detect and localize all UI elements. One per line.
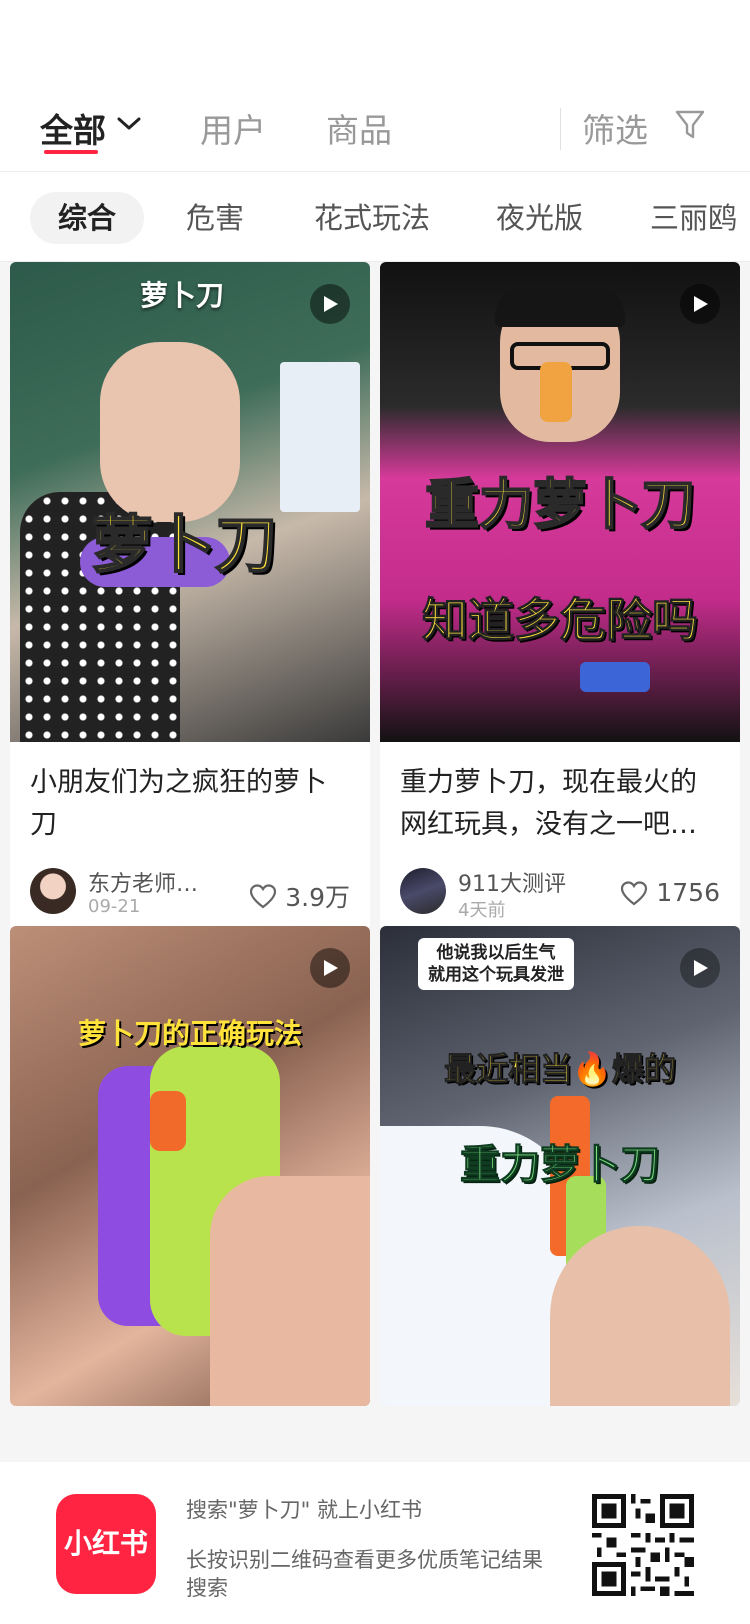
play-icon xyxy=(310,284,350,324)
like-count: 1756 xyxy=(656,878,720,907)
thumbnail-caption-main: 萝卜刀 xyxy=(90,507,278,582)
like-button[interactable]: 1756 xyxy=(620,878,720,907)
video-thumbnail[interactable]: 重力萝卜刀 知道多危险吗 xyxy=(380,262,740,742)
active-tab-indicator xyxy=(44,150,98,154)
filter-icon[interactable] xyxy=(674,108,706,142)
tab-users[interactable]: 用户 xyxy=(200,104,266,152)
xiaohongshu-logo: 小红书 xyxy=(56,1494,156,1594)
promo-line-1: 搜索"萝卜刀" 就上小红书 xyxy=(186,1498,422,1522)
note-title[interactable]: 小朋友们为之疯狂的萝卜刀 xyxy=(10,742,370,854)
qr-code-icon[interactable] xyxy=(592,1494,694,1596)
thumbnail-caption-main: 最近相当🔥爆的 xyxy=(444,1050,677,1089)
author-name[interactable]: 东方老师… xyxy=(88,866,198,898)
screen-shape xyxy=(280,362,360,512)
avatar[interactable] xyxy=(30,868,76,914)
notes-feed: 萝卜刀 萝卜刀 小朋友们为之疯狂的萝卜刀 东方老师… 09-21 3.9万 重力… xyxy=(0,262,750,1462)
note-meta: 东方老师… 09-21 3.9万 xyxy=(10,854,370,930)
promo-line-2: 长按识别二维码查看更多优质笔记结果搜索 xyxy=(186,1548,543,1600)
avatar[interactable] xyxy=(400,868,446,914)
chip-tricks[interactable]: 花式玩法 xyxy=(314,192,430,244)
play-icon xyxy=(310,948,350,988)
toy-shape xyxy=(580,662,650,692)
chip-glow-version[interactable]: 夜光版 xyxy=(496,192,583,244)
chevron-down-icon[interactable] xyxy=(116,114,142,134)
thumbnail-note-box: 他说我以后生气 就用这个玩具发泄 xyxy=(418,938,574,990)
chip-sanrio[interactable]: 三丽鸥 xyxy=(650,192,737,244)
hand-shape xyxy=(550,1226,730,1406)
divider xyxy=(560,108,561,150)
thumbnail-note-line: 他说我以后生气 xyxy=(436,943,556,963)
toy-shape xyxy=(540,362,572,422)
like-button[interactable]: 3.9万 xyxy=(249,878,350,914)
thumbnail-note-line: 就用这个玩具发泄 xyxy=(428,965,564,985)
thumbnail-caption-main: 重力萝卜刀 xyxy=(424,472,696,537)
post-date: 4天前 xyxy=(458,900,506,921)
note-card[interactable]: 重力萝卜刀 知道多危险吗 重力萝卜刀，现在最火的网红玩具，没有之一吧… 911大… xyxy=(380,262,740,930)
filter-button[interactable]: 筛选 xyxy=(582,104,648,152)
video-thumbnail[interactable]: 他说我以后生气 就用这个玩具发泄 最近相当🔥爆的 重力萝卜刀 xyxy=(380,926,740,1406)
author-name[interactable]: 911大测评 xyxy=(458,866,566,898)
note-card[interactable]: 萝卜刀 萝卜刀 小朋友们为之疯狂的萝卜刀 东方老师… 09-21 3.9万 xyxy=(10,262,370,930)
note-title[interactable]: 重力萝卜刀，现在最火的网红玩具，没有之一吧… xyxy=(380,742,740,854)
note-meta: 911大测评 4天前 1756 xyxy=(380,854,740,930)
toy-orange-shape xyxy=(150,1091,186,1151)
thumbnail-caption-sub: 重力萝卜刀 xyxy=(460,1142,661,1189)
search-results-page: 全部 用户 商品 筛选 综合 危害 花式玩法 夜光版 三丽鸥 萝卜刀 萝卜刀 小… xyxy=(0,0,750,1624)
search-type-tabs: 全部 用户 商品 筛选 xyxy=(0,96,750,172)
video-thumbnail[interactable]: 萝卜刀的正确玩法 xyxy=(10,926,370,1406)
tab-products[interactable]: 商品 xyxy=(326,104,392,152)
chip-hazard[interactable]: 危害 xyxy=(186,192,244,244)
post-date: 09-21 xyxy=(88,896,141,917)
chip-comprehensive[interactable]: 综合 xyxy=(30,192,145,244)
thumbnail-caption-top: 萝卜刀 xyxy=(139,279,224,312)
thumbnail-caption-sub: 知道多危险吗 xyxy=(422,593,699,648)
hair-shape xyxy=(495,287,625,327)
play-icon xyxy=(680,948,720,988)
app-promo-banner: 小红书 搜索"萝卜刀" 就上小红书 长按识别二维码查看更多优质笔记结果搜索 xyxy=(0,1466,750,1624)
hand-shape xyxy=(210,1176,370,1406)
like-count: 3.9万 xyxy=(285,883,350,912)
tab-all[interactable]: 全部 xyxy=(40,104,106,152)
topic-chip-row: 综合 危害 花式玩法 夜光版 三丽鸥 xyxy=(0,172,750,262)
note-card[interactable]: 他说我以后生气 就用这个玩具发泄 最近相当🔥爆的 重力萝卜刀 xyxy=(380,926,740,1406)
heart-icon xyxy=(621,880,648,905)
play-icon xyxy=(680,284,720,324)
note-card[interactable]: 萝卜刀的正确玩法 xyxy=(10,926,370,1406)
video-thumbnail[interactable]: 萝卜刀 萝卜刀 xyxy=(10,262,370,742)
heart-icon xyxy=(250,884,277,909)
thumbnail-caption-main: 萝卜刀的正确玩法 xyxy=(77,1017,302,1050)
